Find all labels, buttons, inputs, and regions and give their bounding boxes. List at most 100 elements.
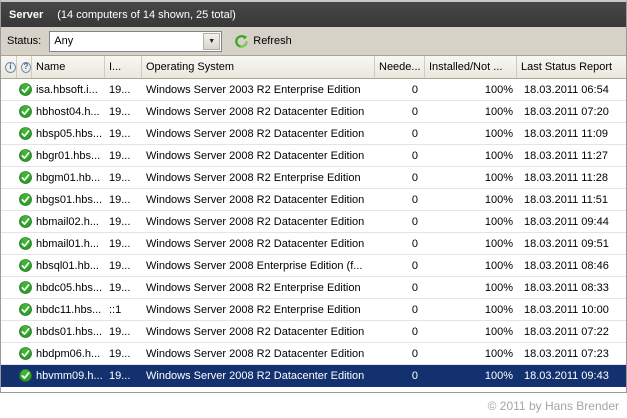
column-header-name[interactable]: Name xyxy=(32,56,105,78)
installed-percent: 100% xyxy=(484,105,513,118)
ip-address: 19... xyxy=(109,369,131,382)
ip-address: 19... xyxy=(109,259,131,272)
column-header-last-status[interactable]: Last Status Report xyxy=(517,56,626,78)
needed-count: 0 xyxy=(411,171,418,184)
computer-count-summary: (14 computers of 14 shown, 25 total) xyxy=(57,8,236,21)
needed-count: 0 xyxy=(411,259,418,272)
needed-count: 0 xyxy=(411,237,418,250)
table-row[interactable]: hbgs01.hbs... 19... Windows Server 2008 … xyxy=(1,189,626,211)
installed-percent: 100% xyxy=(484,193,513,206)
green-check-icon xyxy=(17,123,32,144)
computer-name: hbgr01.hbs... xyxy=(36,149,101,162)
last-status-report: 18.03.2011 08:46 xyxy=(524,259,609,272)
operating-system: Windows Server 2008 R2 Enterprise Editio… xyxy=(146,171,361,184)
operating-system: Windows Server 2008 R2 Enterprise Editio… xyxy=(146,303,361,316)
last-status-report: 18.03.2011 07:22 xyxy=(524,325,609,338)
installed-percent: 100% xyxy=(484,259,513,272)
last-status-report: 18.03.2011 11:28 xyxy=(524,171,609,184)
table-row[interactable]: hbgm01.hb... 19... Windows Server 2008 R… xyxy=(1,167,626,189)
ip-address: 19... xyxy=(109,215,131,228)
info-cell xyxy=(1,79,17,100)
ip-address: 19... xyxy=(109,237,131,250)
operating-system: Windows Server 2003 R2 Enterprise Editio… xyxy=(146,83,361,96)
chevron-down-icon[interactable]: ▼ xyxy=(203,32,221,50)
green-check-icon xyxy=(17,277,32,298)
info-cell xyxy=(1,167,17,188)
last-status-report: 18.03.2011 09:43 xyxy=(524,369,609,382)
needed-count: 0 xyxy=(411,281,418,294)
footer: © 2011 by Hans Brender xyxy=(0,393,627,418)
needed-count: 0 xyxy=(411,127,418,140)
info-cell xyxy=(1,255,17,276)
table-row[interactable]: hbmail01.h... 19... Windows Server 2008 … xyxy=(1,233,626,255)
last-status-report: 18.03.2011 07:23 xyxy=(524,347,609,360)
computer-name: hbdpm06.h... xyxy=(36,347,101,360)
info-cell xyxy=(1,299,17,320)
column-header-os[interactable]: Operating System xyxy=(142,56,375,78)
last-status-report: 18.03.2011 11:09 xyxy=(524,127,609,140)
table-row[interactable]: hbsp05.hbs... 19... Windows Server 2008 … xyxy=(1,123,626,145)
last-status-report: 18.03.2011 06:54 xyxy=(524,83,609,96)
operating-system: Windows Server 2008 R2 Datacenter Editio… xyxy=(146,325,365,338)
operating-system: Windows Server 2008 R2 Datacenter Editio… xyxy=(146,149,365,162)
table-row[interactable]: hbvmm09.h... 19... Windows Server 2008 R… xyxy=(1,365,626,387)
toolbar: Status: Any ▼ Refresh xyxy=(1,27,626,56)
table-row[interactable]: hbsql01.hb... 19... Windows Server 2008 … xyxy=(1,255,626,277)
last-status-report: 18.03.2011 09:44 xyxy=(524,215,609,228)
computer-name: hbsql01.hb... xyxy=(36,259,99,272)
operating-system: Windows Server 2008 R2 Enterprise Editio… xyxy=(146,281,361,294)
operating-system: Windows Server 2008 R2 Datacenter Editio… xyxy=(146,105,365,118)
info-cell xyxy=(1,123,17,144)
green-check-icon xyxy=(17,211,32,232)
column-header-needed[interactable]: Neede... xyxy=(375,56,425,78)
green-check-icon xyxy=(17,321,32,342)
refresh-button[interactable]: Refresh xyxy=(230,32,296,51)
table-row[interactable]: hbdc05.hbs... 19... Windows Server 2008 … xyxy=(1,277,626,299)
table-row[interactable]: hbdpm06.h... 19... Windows Server 2008 R… xyxy=(1,343,626,365)
installed-percent: 100% xyxy=(484,281,513,294)
table-header: i ? Name I... Operating System Neede... … xyxy=(1,56,626,79)
installed-percent: 100% xyxy=(484,215,513,228)
info-cell xyxy=(1,211,17,232)
computer-name: hbgm01.hb... xyxy=(36,171,101,184)
computer-name: hbmail02.h... xyxy=(36,215,99,228)
copyright-text: © 2011 by Hans Brender xyxy=(487,398,619,413)
needed-count: 0 xyxy=(411,325,418,338)
status-filter-dropdown[interactable]: Any ▼ xyxy=(49,30,223,52)
server-window: Server (14 computers of 14 shown, 25 tot… xyxy=(0,0,627,393)
computer-name: hbmail01.h... xyxy=(36,237,99,250)
column-header-installed[interactable]: Installed/Not ... xyxy=(425,56,517,78)
info-cell xyxy=(1,145,17,166)
ip-address: 19... xyxy=(109,149,131,162)
operating-system: Windows Server 2008 R2 Datacenter Editio… xyxy=(146,127,365,140)
page-title: Server xyxy=(9,8,44,21)
table-row[interactable]: hbgr01.hbs... 19... Windows Server 2008 … xyxy=(1,145,626,167)
table-row[interactable]: hbmail02.h... 19... Windows Server 2008 … xyxy=(1,211,626,233)
info-cell xyxy=(1,189,17,210)
table-row[interactable]: hbhost04.h... 19... Windows Server 2008 … xyxy=(1,101,626,123)
needed-count: 0 xyxy=(411,347,418,360)
table-row[interactable]: hbdc11.hbs... ::1 Windows Server 2008 R2… xyxy=(1,299,626,321)
refresh-label: Refresh xyxy=(253,35,292,47)
info-cell xyxy=(1,277,17,298)
computer-name: hbgs01.hbs... xyxy=(36,193,103,206)
operating-system: Windows Server 2008 R2 Datacenter Editio… xyxy=(146,193,365,206)
column-header-ip[interactable]: I... xyxy=(105,56,142,78)
green-check-icon xyxy=(17,101,32,122)
help-icon: ? xyxy=(21,61,31,73)
installed-percent: 100% xyxy=(484,347,513,360)
info-icon: i xyxy=(5,61,16,73)
installed-percent: 100% xyxy=(484,83,513,96)
needed-count: 0 xyxy=(411,105,418,118)
status-filter-label: Status: xyxy=(7,35,42,47)
needed-count: 0 xyxy=(411,215,418,228)
table-row[interactable]: hbds01.hbs... 19... Windows Server 2008 … xyxy=(1,321,626,343)
last-status-report: 18.03.2011 09:51 xyxy=(524,237,609,250)
column-header-help[interactable]: ? xyxy=(17,56,32,78)
table-row[interactable]: isa.hbsoft.i... 19... Windows Server 200… xyxy=(1,79,626,101)
green-check-icon xyxy=(17,365,32,386)
ip-address: 19... xyxy=(109,127,131,140)
last-status-report: 18.03.2011 08:33 xyxy=(524,281,609,294)
titlebar: Server (14 computers of 14 shown, 25 tot… xyxy=(1,2,626,27)
column-header-info[interactable]: i xyxy=(1,56,17,78)
